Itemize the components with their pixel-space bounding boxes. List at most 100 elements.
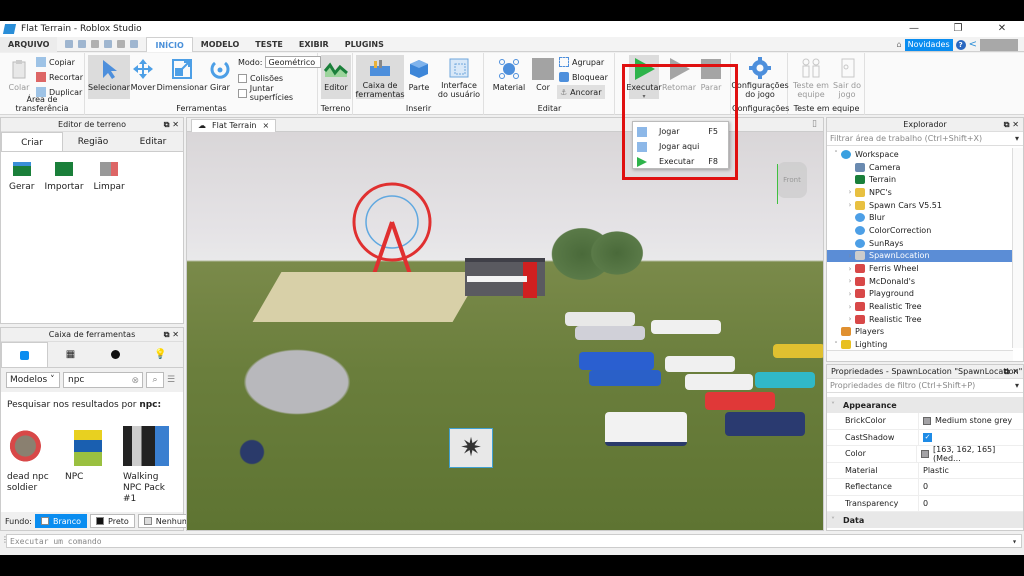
scale-tool-button[interactable]: Dimensionar xyxy=(157,55,207,99)
ui-button[interactable]: Interface do usuário xyxy=(436,55,482,99)
find-icon[interactable] xyxy=(78,40,87,48)
lock-button[interactable]: Bloquear xyxy=(559,70,608,84)
game-settings-button[interactable]: Configurações do jogo xyxy=(731,55,789,99)
undo-icon[interactable] xyxy=(130,40,139,48)
filter-dropdown-icon[interactable]: ▾ xyxy=(1015,379,1019,393)
collisions-checkbox[interactable] xyxy=(238,73,247,83)
explorer-filter-input[interactable]: Filtrar área de trabalho (Ctrl+Shift+X) ▾ xyxy=(827,132,1023,146)
redo-arrow-icon[interactable] xyxy=(91,40,100,48)
toolbox-item[interactable]: NPC xyxy=(65,426,111,505)
tab-regiao[interactable]: Região xyxy=(63,132,123,151)
toolbox-button[interactable]: Caixa de ferramentas xyxy=(355,55,405,99)
3d-viewport[interactable]: ☁ Flat Terrain × ▯ ✷ Front xyxy=(186,117,824,531)
share-icon[interactable]: < xyxy=(969,39,977,50)
user-account-button[interactable] xyxy=(980,38,1018,51)
material-button[interactable]: Material xyxy=(489,55,529,99)
property-row[interactable]: Color [163, 162, 165] (Med... xyxy=(827,445,1023,463)
play-here-icon[interactable] xyxy=(104,40,113,48)
chevron-right-icon[interactable]: › xyxy=(845,277,855,285)
panel-close-icon[interactable]: ⧉ ✕ xyxy=(1004,365,1019,379)
explorer-item[interactable]: › SpawnLocation xyxy=(827,249,1013,263)
filter-dropdown-icon[interactable]: ▾ xyxy=(1015,132,1019,146)
move-tool-button[interactable]: Mover xyxy=(130,55,156,99)
new-file-icon[interactable] xyxy=(65,40,74,48)
explorer-item[interactable]: › Playground xyxy=(827,288,1013,301)
explorer-item[interactable]: › McDonald's xyxy=(827,275,1013,288)
join-surfaces-checkbox[interactable] xyxy=(238,88,247,98)
run-button[interactable]: Executar ▾ xyxy=(626,55,662,100)
chevron-right-icon[interactable]: › xyxy=(845,188,855,196)
property-row[interactable]: BrickColor Medium stone grey xyxy=(827,413,1023,430)
explorer-item[interactable]: › Realistic Tree xyxy=(827,313,1013,326)
filter-sliders-icon[interactable]: ☰ xyxy=(167,375,175,385)
explorer-item[interactable]: Terrain xyxy=(827,173,1013,186)
toolbox-item[interactable]: Walking NPC Pack #1 xyxy=(123,426,169,505)
maximize-button[interactable]: ❐ xyxy=(936,21,980,37)
mode-dropdown[interactable]: Geométrico xyxy=(265,56,322,68)
group-button[interactable]: Agrupar xyxy=(559,55,604,69)
tab-creations[interactable]: 💡 xyxy=(138,342,183,367)
stop-icon[interactable] xyxy=(117,40,126,48)
panel-close-icon[interactable]: ⧉ ✕ xyxy=(164,328,179,342)
explorer-item[interactable]: SunRays xyxy=(827,237,1013,250)
select-tool-button[interactable]: Selecionar xyxy=(88,55,130,99)
tab-teste[interactable]: TESTE xyxy=(247,37,291,52)
tab-flat-terrain[interactable]: ☁ Flat Terrain × xyxy=(191,119,277,132)
explorer-vertical-scrollbar[interactable] xyxy=(1012,148,1023,348)
toolbox-item[interactable]: dead npc soldier xyxy=(7,426,53,505)
property-row[interactable]: CastShadow ✓ xyxy=(827,429,1023,446)
tab-modelo[interactable]: MODELO xyxy=(193,37,247,52)
whats-new-button[interactable]: Novidades xyxy=(904,38,953,51)
category-dropdown[interactable]: Modelos ˅ xyxy=(6,372,60,388)
tab-exibir[interactable]: EXIBIR xyxy=(291,37,337,52)
file-menu[interactable]: ARQUIVO xyxy=(0,36,58,52)
chevron-down-icon[interactable]: ˅ xyxy=(831,150,841,158)
chevron-right-icon[interactable]: › xyxy=(845,290,855,298)
play-here-menu-item[interactable]: Jogar aqui xyxy=(633,139,728,154)
property-row[interactable]: Material Plastic xyxy=(827,462,1023,479)
panel-close-icon[interactable]: ⧉ ✕ xyxy=(1004,118,1019,132)
property-row[interactable]: Transparency 0 xyxy=(827,495,1023,512)
bg-white-button[interactable]: Branco xyxy=(34,514,88,528)
tab-marketplace[interactable] xyxy=(1,342,48,367)
tab-criar[interactable]: Criar xyxy=(1,132,63,151)
play-menu-item[interactable]: Jogar F5 xyxy=(633,124,728,139)
chevron-down-icon[interactable]: ˅ xyxy=(831,341,841,349)
explorer-item[interactable]: › Spawn Cars V5.51 xyxy=(827,199,1013,212)
team-test-button[interactable]: Teste em equipe xyxy=(793,55,829,99)
explorer-item[interactable]: Blur xyxy=(827,211,1013,224)
minimize-button[interactable]: — xyxy=(892,21,936,37)
resume-button[interactable]: Retomar xyxy=(662,55,696,99)
chevron-right-icon[interactable]: › xyxy=(845,265,855,273)
search-icon[interactable]: ⌕ xyxy=(146,372,164,388)
data-section[interactable]: ˅ Data xyxy=(827,512,1023,528)
property-row[interactable]: Reflectance 0 xyxy=(827,479,1023,496)
explorer-item[interactable]: Camera xyxy=(827,161,1013,174)
game-scene[interactable]: ✷ Front xyxy=(187,132,823,530)
properties-filter-input[interactable]: Propriedades de filtro (Ctrl+Shift+P) ▾ xyxy=(827,379,1023,393)
toolbox-search-input[interactable]: npc ⊗ xyxy=(63,372,143,388)
explorer-item[interactable]: › Realistic Tree xyxy=(827,300,1013,313)
command-input[interactable]: Executar um comando ▾ xyxy=(6,534,1022,548)
bg-black-button[interactable]: Preto xyxy=(90,514,135,528)
rotate-tool-button[interactable]: Girar xyxy=(208,55,232,99)
tab-inventory[interactable]: ▦ xyxy=(48,342,93,367)
explorer-item[interactable]: › NPC's xyxy=(827,186,1013,199)
collisions-toggle[interactable]: Colisões xyxy=(238,71,283,85)
tab-inicio[interactable]: INÍCIO xyxy=(146,36,193,52)
castshadow-checkbox[interactable]: ✓ xyxy=(923,432,932,442)
stop-button[interactable]: Parar xyxy=(699,55,723,99)
run-menu-item[interactable]: Executar F8 xyxy=(633,154,728,169)
collapse-ribbon-icon[interactable]: ⌂ xyxy=(897,40,902,49)
tab-close-icon[interactable]: × xyxy=(263,120,270,132)
paste-button[interactable]: Colar xyxy=(6,55,32,99)
explorer-item[interactable]: › Ferris Wheel xyxy=(827,262,1013,275)
part-button[interactable]: Parte xyxy=(406,55,432,99)
import-terrain-button[interactable]: Importar xyxy=(44,162,84,192)
command-dropdown-icon[interactable]: ▾ xyxy=(1012,535,1017,548)
chevron-right-icon[interactable]: › xyxy=(845,315,855,323)
clear-terrain-button[interactable]: Limpar xyxy=(94,162,125,192)
tab-editar[interactable]: Editar xyxy=(123,132,183,151)
terrain-editor-button[interactable]: Editor xyxy=(321,55,351,99)
help-icon[interactable]: ? xyxy=(955,39,966,50)
